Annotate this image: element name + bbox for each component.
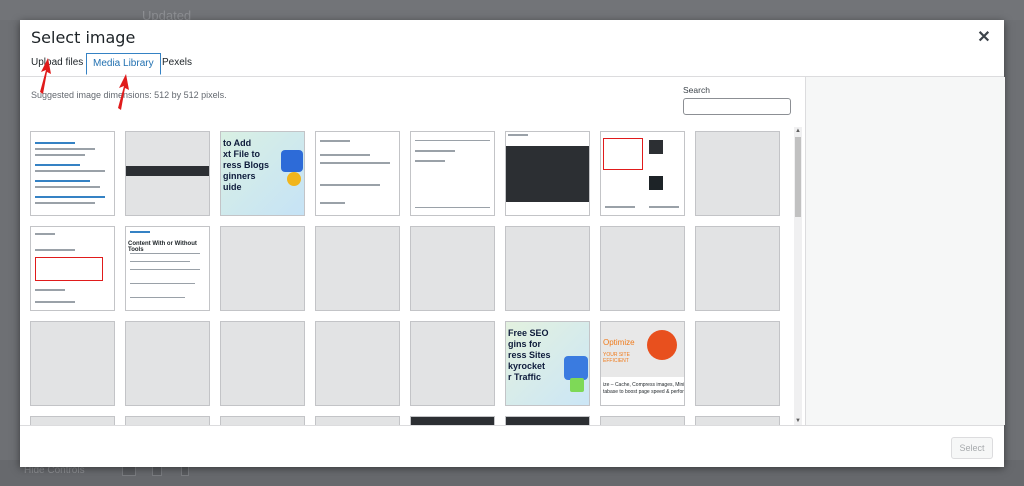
media-thumb[interactable] bbox=[695, 416, 780, 425]
media-grid: to Add xt File to ress Blogs ginners uid… bbox=[30, 131, 785, 425]
media-thumb[interactable] bbox=[600, 131, 685, 216]
scroll-thumb[interactable] bbox=[795, 137, 801, 217]
media-thumb[interactable]: Optimize YOUR SITE EFFICIENT ize – Cache… bbox=[600, 321, 685, 406]
media-thumb[interactable] bbox=[315, 321, 400, 406]
media-thumb[interactable] bbox=[315, 416, 400, 425]
media-thumb[interactable] bbox=[220, 321, 305, 406]
modal-footer: Select bbox=[20, 425, 1004, 467]
media-thumb[interactable] bbox=[410, 321, 495, 406]
media-thumb[interactable] bbox=[125, 131, 210, 216]
annotation-arrow-icon bbox=[40, 58, 51, 94]
media-thumb[interactable] bbox=[600, 226, 685, 311]
annotation-arrow-icon bbox=[118, 74, 129, 110]
scroll-up-icon[interactable]: ▲ bbox=[794, 127, 802, 135]
media-thumb[interactable]: to Add xt File to ress Blogs ginners uid… bbox=[220, 131, 305, 216]
media-thumb[interactable] bbox=[30, 131, 115, 216]
media-thumb[interactable] bbox=[125, 416, 210, 425]
search-input[interactable] bbox=[683, 98, 791, 115]
media-thumb[interactable] bbox=[315, 226, 400, 311]
media-thumb[interactable] bbox=[30, 416, 115, 425]
media-thumb[interactable] bbox=[695, 226, 780, 311]
modal-tabs: Upload files Media Library Pexels bbox=[20, 52, 1004, 77]
select-button[interactable]: Select bbox=[951, 437, 993, 459]
media-thumb[interactable]: Content With or Without Tools bbox=[125, 226, 210, 311]
attachment-details-sidebar bbox=[805, 77, 1005, 425]
media-thumb[interactable] bbox=[315, 131, 400, 216]
media-thumb[interactable] bbox=[30, 321, 115, 406]
media-thumb[interactable] bbox=[505, 416, 590, 425]
media-thumb[interactable] bbox=[505, 226, 590, 311]
search-label: Search bbox=[683, 85, 710, 95]
close-icon[interactable]: ✕ bbox=[974, 28, 994, 48]
modal-title: Select image bbox=[31, 28, 136, 47]
media-thumb[interactable] bbox=[505, 131, 590, 216]
media-thumb[interactable] bbox=[695, 321, 780, 406]
media-thumb[interactable] bbox=[125, 321, 210, 406]
media-thumb[interactable] bbox=[220, 226, 305, 311]
media-thumb[interactable] bbox=[410, 416, 495, 425]
tab-pexels[interactable]: Pexels bbox=[156, 53, 198, 73]
media-thumb[interactable]: Free SEO gins for ress Sites kyrocket r … bbox=[505, 321, 590, 406]
media-content: Suggested image dimensions: 512 by 512 p… bbox=[20, 77, 805, 425]
media-thumb[interactable] bbox=[410, 131, 495, 216]
media-thumb[interactable] bbox=[695, 131, 780, 216]
media-scrollbar[interactable]: ▲ ▼ bbox=[794, 127, 802, 425]
media-thumb[interactable] bbox=[220, 416, 305, 425]
scroll-down-icon[interactable]: ▼ bbox=[794, 417, 802, 425]
tab-media-library[interactable]: Media Library bbox=[86, 53, 161, 75]
tab-upload-files[interactable]: Upload files bbox=[25, 53, 89, 73]
media-thumb[interactable] bbox=[600, 416, 685, 425]
media-thumb[interactable] bbox=[30, 226, 115, 311]
select-image-modal: Select image ✕ Upload files Media Librar… bbox=[20, 20, 1005, 467]
media-thumb[interactable] bbox=[410, 226, 495, 311]
